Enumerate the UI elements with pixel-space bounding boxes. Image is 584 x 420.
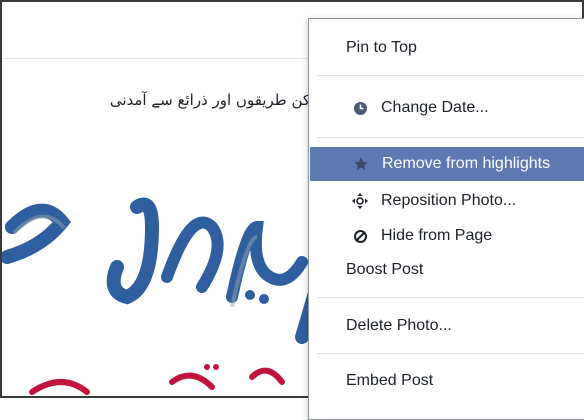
menu-item-label: Remove from highlights bbox=[382, 155, 551, 172]
post-image[interactable] bbox=[2, 167, 332, 398]
menu-item-change-date[interactable]: Change Date... bbox=[309, 91, 584, 125]
image-subline-art bbox=[29, 364, 285, 395]
image-headline-art bbox=[2, 197, 332, 344]
headline-stroke-3 bbox=[161, 216, 224, 293]
post-divider bbox=[2, 58, 332, 59]
headline-stroke-2 bbox=[106, 197, 160, 305]
menu-item-reposition-photo[interactable]: Reposition Photo... bbox=[309, 184, 584, 218]
menu-item-label: Delete Photo... bbox=[346, 317, 452, 334]
clock-icon bbox=[349, 101, 371, 116]
menu-item-label: Pin to Top bbox=[346, 39, 417, 56]
star-icon bbox=[350, 156, 372, 172]
menu-separator bbox=[317, 353, 584, 354]
move-arrows-icon bbox=[349, 192, 371, 210]
menu-item-remove-from-highlights[interactable]: Remove from highlights bbox=[310, 147, 584, 181]
menu-item-label: Embed Post bbox=[346, 372, 434, 389]
menu-item-label: Hide from Page bbox=[381, 227, 493, 244]
menu-item-hide-from-page[interactable]: Hide from Page bbox=[309, 219, 584, 253]
menu-item-embed-post[interactable]: Embed Post bbox=[309, 364, 584, 398]
menu-separator bbox=[317, 297, 584, 298]
menu-item-boost-post[interactable]: Boost Post bbox=[309, 253, 584, 287]
menu-item-label: Reposition Photo... bbox=[381, 192, 517, 209]
dot-1 bbox=[245, 290, 255, 300]
hide-circle-icon bbox=[349, 229, 371, 244]
dot-2 bbox=[259, 294, 269, 304]
context-menu: Pin to Top Change Date... Remove from hi… bbox=[308, 18, 584, 420]
menu-item-label: Change Date... bbox=[381, 99, 489, 116]
menu-item-delete-photo[interactable]: Delete Photo... bbox=[309, 309, 584, 343]
menu-item-pin-to-top[interactable]: Pin to Top bbox=[309, 31, 584, 65]
menu-separator bbox=[317, 137, 584, 138]
menu-separator bbox=[317, 75, 584, 76]
post-text: کن طریقوں اور ذرائع سے آمدنی bbox=[109, 91, 310, 109]
menu-item-label: Boost Post bbox=[346, 261, 424, 278]
